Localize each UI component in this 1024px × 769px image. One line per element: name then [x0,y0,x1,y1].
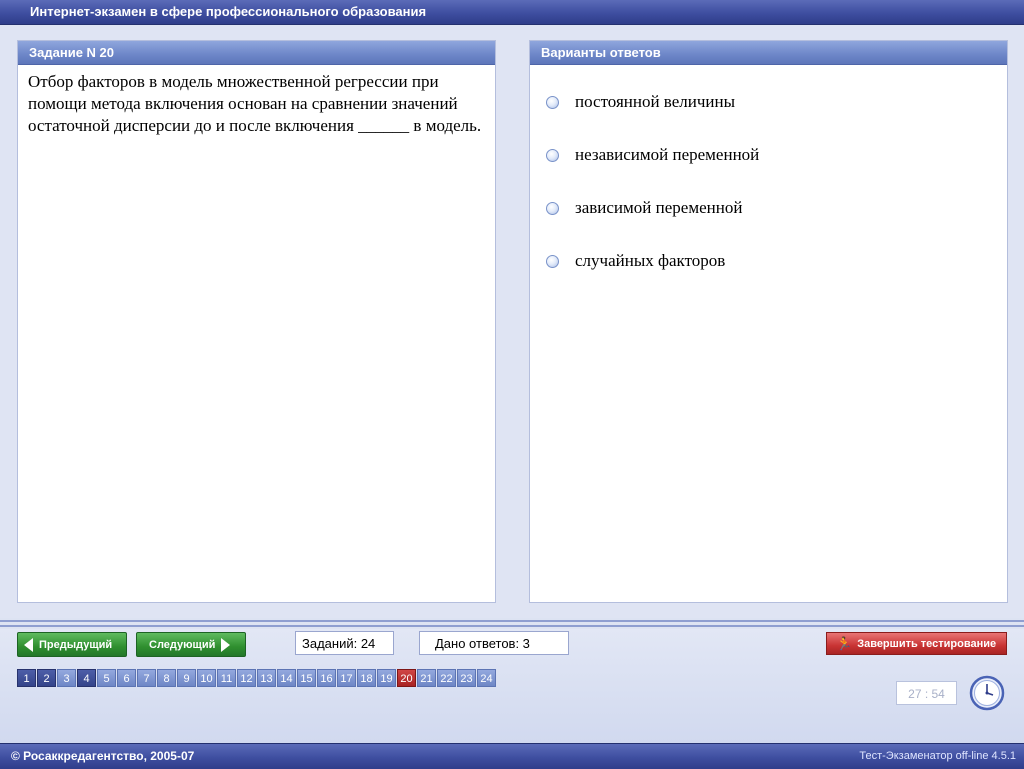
answer-option-label: постоянной величины [575,92,736,111]
finish-testing-label: Завершить тестирование [857,637,997,650]
answer-option[interactable]: независимой переменной [546,144,759,166]
answer-option-label: независимой переменной [575,145,760,164]
question-number-button[interactable]: 11 [217,669,236,687]
question-number-button[interactable]: 12 [237,669,256,687]
question-number-button[interactable]: 16 [317,669,336,687]
question-panel: Задание N 20 Отбор факторов в модель мно… [17,40,496,603]
radio-icon[interactable] [546,201,559,215]
answer-option[interactable]: постоянной величины [546,91,735,113]
answer-option[interactable]: случайных факторов [546,250,725,272]
question-number-button[interactable]: 22 [437,669,456,687]
previous-button[interactable]: Предыдущий [17,632,127,657]
question-number-button[interactable]: 20 [397,669,416,687]
radio-icon[interactable] [546,95,559,109]
arrow-right-icon [221,637,231,652]
tasks-counter: Заданий: 24 [295,631,394,655]
answer-option-label: случайных факторов [575,251,726,270]
previous-button-label: Предыдущий [39,638,113,651]
question-number-button[interactable]: 4 [77,669,96,687]
question-number-button[interactable]: 9 [177,669,196,687]
finish-testing-button[interactable]: 🏃 Завершить тестирование [826,632,1007,655]
copyright-text: © Росаккредагентство, 2005-07 [11,749,195,763]
question-number-button[interactable]: 8 [157,669,176,687]
next-button[interactable]: Следующий [136,632,246,657]
running-person-icon: 🏃 [836,636,853,651]
radio-icon[interactable] [546,148,559,162]
question-number-button[interactable]: 1 [17,669,36,687]
answers-counter: Дано ответов: 3 [419,631,569,655]
answer-option[interactable]: зависимой переменной [546,197,742,219]
question-number-button[interactable]: 21 [417,669,436,687]
footer-bar: © Росаккредагентство, 2005-07 Тест-Экзам… [0,743,1024,769]
answers-panel: Варианты ответов постоянной величины нез… [529,40,1008,603]
radio-icon[interactable] [546,254,559,268]
question-number-button[interactable]: 13 [257,669,276,687]
clock-icon [969,675,1005,711]
question-number-button[interactable]: 15 [297,669,316,687]
question-number-button[interactable]: 7 [137,669,156,687]
next-button-label: Следующий [149,638,216,651]
question-number-button[interactable]: 3 [57,669,76,687]
answer-option-label: зависимой переменной [575,198,743,217]
divider [0,620,1024,622]
question-number-button[interactable]: 5 [97,669,116,687]
version-text: Тест-Экзаменатор off-line 4.5.1 [859,750,1016,762]
app-title: Интернет-экзамен в сфере профессионально… [30,4,427,19]
question-number-button[interactable]: 14 [277,669,296,687]
question-number-button[interactable]: 6 [117,669,136,687]
question-number-button[interactable]: 24 [477,669,496,687]
question-number-button[interactable]: 17 [337,669,356,687]
question-header: Задание N 20 [18,41,495,65]
divider [0,625,1024,627]
app-title-bar: Интернет-экзамен в сфере профессионально… [0,0,1024,25]
question-number-button[interactable]: 2 [37,669,56,687]
question-text: Отбор факторов в модель множественной ре… [28,72,482,135]
question-number-bar: 1 2 3 4 5 6 7 8 9 10 11 12 13 14 15 16 17 18 19 20 21 22 23 24 [17,669,497,687]
question-number-button[interactable]: 19 [377,669,396,687]
question-number-button[interactable]: 23 [457,669,476,687]
question-number-button[interactable]: 10 [197,669,216,687]
arrow-left-icon [24,637,33,652]
timer-display: 27 : 54 [896,681,957,705]
answers-header: Варианты ответов [530,41,1007,65]
question-number-button[interactable]: 18 [357,669,376,687]
